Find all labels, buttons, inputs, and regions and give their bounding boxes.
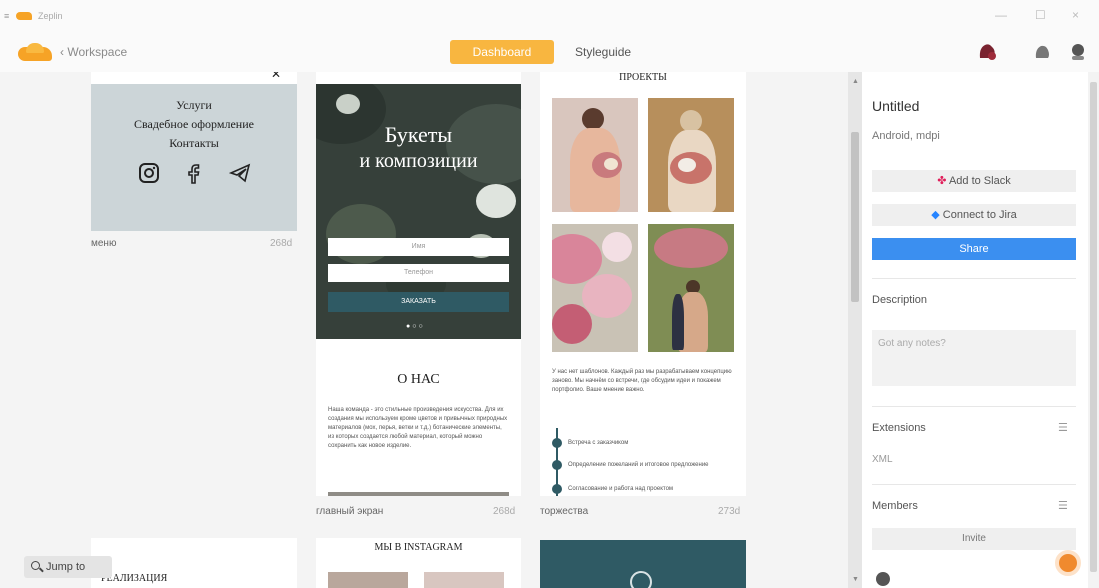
- back-label: Workspace: [67, 45, 128, 59]
- screen-name-label[interactable]: меню: [91, 238, 116, 249]
- instagram-photo: [328, 572, 408, 588]
- details-panel: Untitled Android, mdpi ✤ Add to Slack ◆ …: [862, 72, 1088, 588]
- tab-styleguide[interactable]: Styleguide: [575, 45, 631, 59]
- add-to-slack-label: Add to Slack: [948, 175, 1011, 187]
- screen-time-label: 273d: [718, 506, 741, 517]
- screen-thumbnail-main[interactable]: Букеты и композиции Имя Телефон ЗАКАЗАТЬ…: [316, 84, 521, 496]
- divider: [872, 484, 1076, 485]
- member-avatar[interactable]: [876, 572, 890, 586]
- menu-item: Контакты: [169, 136, 219, 150]
- maximize-icon[interactable]: ☐: [1035, 8, 1046, 22]
- hero-title-line2: и композиции: [359, 150, 478, 172]
- location-icon: [630, 571, 652, 588]
- extensions-settings-icon[interactable]: ☰: [1058, 421, 1068, 434]
- about-image-strip: [328, 492, 509, 496]
- activity-icon[interactable]: [1030, 40, 1054, 64]
- project-photo: [648, 224, 734, 352]
- projects-text: У нас нет шаблонов. Каждый раз мы разраб…: [552, 369, 732, 393]
- share-button[interactable]: Share: [872, 238, 1076, 260]
- facebook-icon: [188, 164, 200, 184]
- telegram-icon: [228, 163, 250, 183]
- instagram-title: МЫ В INSTAGRAM: [374, 542, 463, 553]
- scroll-down-icon[interactable]: ▼: [852, 576, 859, 583]
- members-settings-icon[interactable]: ☰: [1058, 499, 1068, 512]
- notes-input[interactable]: Got any notes?: [872, 330, 1076, 386]
- screen-time-label: 268d: [270, 238, 293, 249]
- screen-thumbnail-realization[interactable]: РЕАЛИЗАЦИЯ: [91, 538, 297, 588]
- extension-item-xml[interactable]: XML: [872, 454, 893, 465]
- screen-menu-top-fragment: ✕: [91, 72, 297, 84]
- screen-main-top-fragment: [316, 72, 521, 84]
- window-titlebar: ≡ Zeplin — ☐ ×: [0, 0, 1099, 34]
- projects-title: ПРОЕКТЫ: [619, 72, 667, 83]
- notifications-icon[interactable]: [975, 40, 999, 64]
- timeline-dot: [552, 460, 562, 470]
- project-photo: [552, 98, 638, 212]
- hero-title-line1: Букеты: [384, 122, 453, 147]
- screen-thumbnail-menu[interactable]: Услуги Свадебное оформление Контакты: [91, 84, 297, 231]
- back-to-workspace-link[interactable]: ‹ Workspace: [60, 45, 127, 59]
- project-title: Untitled: [872, 98, 920, 114]
- panel-scrollbar[interactable]: [1088, 72, 1099, 588]
- scrollbar-thumb[interactable]: [851, 132, 859, 302]
- instagram-icon: [138, 162, 159, 183]
- screens-canvas[interactable]: ✕ Услуги Свадебное оформление Контакты м…: [0, 72, 848, 588]
- screen-thumbnail-contacts[interactable]: [540, 540, 746, 588]
- app-logo-icon: [16, 12, 32, 20]
- jump-to-button[interactable]: Jump to: [24, 556, 112, 578]
- jump-to-label: Jump to: [46, 561, 86, 573]
- menu-item: Услуги: [176, 98, 212, 112]
- tab-dashboard[interactable]: Dashboard: [450, 40, 554, 64]
- canvas-scrollbar[interactable]: ▲ ▼: [848, 72, 862, 588]
- social-icons: [91, 161, 297, 184]
- timeline-item: Согласование и работа над проектом: [568, 486, 674, 492]
- project-photo: [552, 224, 638, 352]
- extensions-heading: Extensions: [872, 422, 926, 434]
- name-field: Имя: [328, 238, 509, 256]
- divider: [872, 278, 1076, 279]
- phone-field: Телефон: [328, 264, 509, 282]
- carousel-dots: ●○○: [406, 323, 425, 330]
- hero-image: Букеты и композиции Имя Телефон ЗАКАЗАТЬ…: [316, 84, 521, 339]
- invite-button[interactable]: Invite: [872, 528, 1076, 550]
- description-heading: Description: [872, 294, 928, 306]
- scroll-up-icon[interactable]: ▲: [852, 78, 859, 85]
- minimize-icon[interactable]: —: [995, 8, 1007, 22]
- timeline-dot: [552, 438, 562, 448]
- window-title: Zeplin: [38, 11, 63, 21]
- divider: [872, 406, 1076, 407]
- instagram-photo: [424, 572, 504, 588]
- window-menu-icon[interactable]: ≡: [4, 11, 9, 21]
- screen-thumbnail-projects[interactable]: ПРОЕКТЫ У нас нет шаблонов. Каждый раз м…: [540, 72, 746, 496]
- app-toolbar: ‹ Workspace Dashboard Styleguide: [0, 34, 1099, 72]
- screen-name-label[interactable]: главный экран: [316, 506, 383, 517]
- add-to-slack-button[interactable]: ✤ Add to Slack: [872, 170, 1076, 192]
- zeplin-logo-icon[interactable]: [18, 42, 52, 62]
- connect-to-jira-button[interactable]: ◆ Connect to Jira: [872, 204, 1076, 226]
- screen-thumbnail-instagram[interactable]: МЫ В INSTAGRAM: [316, 538, 521, 588]
- project-platform: Android, mdpi: [872, 130, 940, 142]
- timeline-item: Определение пожеланий и итоговое предлож…: [568, 462, 709, 468]
- order-button: ЗАКАЗАТЬ: [328, 292, 509, 312]
- slack-icon: ✤: [937, 175, 949, 187]
- about-title: О НАС: [397, 372, 440, 387]
- about-text: Наша команда - это стильные произведения…: [328, 407, 508, 449]
- jira-icon: ◆: [931, 209, 943, 221]
- help-lifebuoy-icon[interactable]: [1055, 550, 1081, 576]
- members-heading: Members: [872, 500, 918, 512]
- panel-scrollbar-thumb[interactable]: [1090, 82, 1097, 572]
- search-icon: [31, 561, 40, 570]
- project-photo: [648, 98, 734, 212]
- timeline-item: Встреча с заказчиком: [568, 440, 629, 446]
- menu-item: Свадебное оформление: [134, 117, 254, 131]
- screen-time-label: 268d: [493, 506, 516, 517]
- connect-to-jira-label: Connect to Jira: [942, 209, 1017, 221]
- close-icon[interactable]: ×: [1072, 8, 1079, 22]
- screen-name-label[interactable]: торжества: [540, 506, 588, 517]
- timeline-dot: [552, 484, 562, 494]
- user-avatar[interactable]: [1066, 40, 1090, 64]
- close-x-icon: ✕: [271, 72, 282, 81]
